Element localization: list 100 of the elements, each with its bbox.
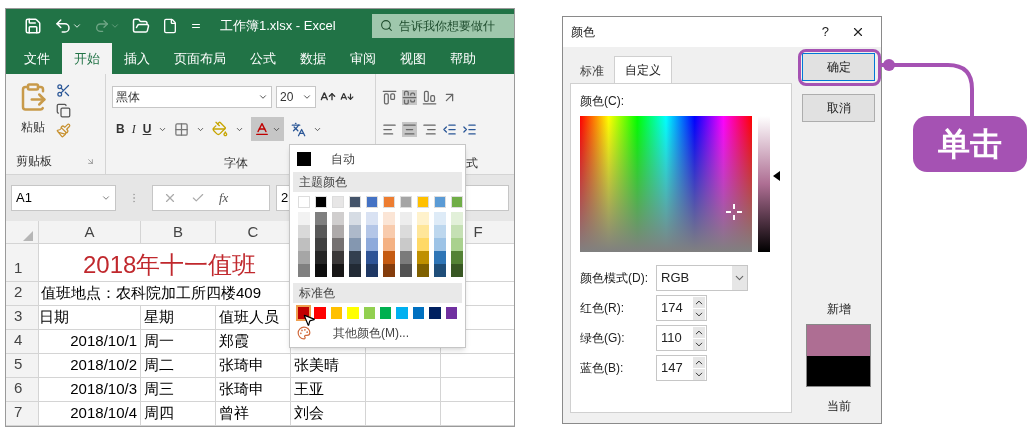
column-header[interactable]: C bbox=[247, 220, 259, 244]
color-swatch[interactable] bbox=[349, 225, 361, 238]
ribbon-tab[interactable]: 数据 bbox=[288, 43, 338, 75]
color-swatch[interactable] bbox=[434, 238, 446, 251]
color-swatch[interactable] bbox=[349, 196, 361, 208]
search-field[interactable]: 告诉我你想要做什 bbox=[372, 13, 514, 38]
color-swatch[interactable] bbox=[383, 264, 395, 277]
color-swatch[interactable] bbox=[332, 251, 344, 264]
color-swatch[interactable] bbox=[298, 225, 310, 238]
name-box[interactable]: A1 bbox=[11, 185, 116, 212]
color-swatch[interactable] bbox=[332, 212, 344, 225]
color-swatch[interactable] bbox=[396, 307, 408, 319]
menu-item[interactable]: 其他颜色(M)... bbox=[293, 322, 462, 344]
column-header[interactable]: A bbox=[84, 220, 95, 244]
select-all-icon[interactable] bbox=[23, 231, 33, 241]
color-swatch[interactable] bbox=[332, 225, 344, 238]
color-swatch[interactable] bbox=[434, 225, 446, 238]
ribbon-tab[interactable]: 开始 bbox=[62, 43, 112, 75]
ribbon-tab[interactable]: 审阅 bbox=[338, 43, 388, 75]
color-swatch[interactable] bbox=[434, 212, 446, 225]
italic-button[interactable]: I bbox=[131, 120, 136, 139]
color-swatch[interactable] bbox=[298, 238, 310, 251]
color-swatch[interactable] bbox=[412, 307, 425, 319]
paste-button[interactable]: 粘贴 bbox=[18, 82, 48, 151]
color-swatch[interactable] bbox=[332, 238, 344, 251]
color-swatch[interactable] bbox=[298, 212, 310, 225]
color-swatch[interactable] bbox=[366, 225, 378, 238]
color-swatch[interactable] bbox=[315, 225, 327, 238]
color-swatch[interactable] bbox=[332, 196, 344, 208]
color-swatch[interactable] bbox=[383, 225, 395, 238]
dialog-button[interactable]: 确定 bbox=[802, 53, 875, 81]
color-swatch[interactable] bbox=[400, 251, 412, 264]
color-swatch[interactable] bbox=[417, 264, 429, 277]
color-swatch[interactable] bbox=[315, 251, 327, 264]
color-swatch[interactable] bbox=[298, 196, 310, 208]
color-swatch[interactable] bbox=[400, 212, 412, 225]
color-swatch[interactable] bbox=[383, 238, 395, 251]
color-swatch[interactable] bbox=[417, 212, 429, 225]
color-swatch[interactable] bbox=[366, 251, 378, 264]
color-swatch[interactable] bbox=[366, 264, 378, 277]
color-swatch[interactable] bbox=[400, 264, 412, 277]
color-swatch[interactable] bbox=[434, 196, 446, 208]
color-swatch[interactable] bbox=[451, 212, 463, 225]
color-swatch[interactable] bbox=[400, 238, 412, 251]
help-button[interactable]: ? bbox=[821, 22, 829, 42]
number-field[interactable]: 147 bbox=[656, 355, 707, 381]
color-swatch[interactable] bbox=[383, 251, 395, 264]
column-header[interactable]: B bbox=[173, 220, 183, 244]
color-swatch[interactable] bbox=[451, 238, 463, 251]
color-swatch[interactable] bbox=[445, 307, 458, 319]
color-model-dropdown[interactable]: RGB bbox=[656, 265, 748, 291]
ribbon-tab[interactable]: 页面布局 bbox=[162, 43, 238, 75]
color-swatch[interactable] bbox=[451, 264, 463, 277]
color-swatch[interactable] bbox=[349, 212, 361, 225]
color-swatch[interactable] bbox=[330, 307, 343, 319]
color-swatch[interactable] bbox=[417, 196, 429, 208]
color-swatch[interactable] bbox=[349, 264, 361, 277]
dialog-button[interactable]: 取消 bbox=[802, 94, 875, 122]
bold-button[interactable]: B bbox=[116, 120, 125, 139]
font-size-field[interactable]: 20 bbox=[276, 86, 316, 109]
color-swatch[interactable] bbox=[314, 307, 326, 319]
color-swatch[interactable] bbox=[315, 212, 327, 225]
color-swatch[interactable] bbox=[315, 264, 327, 277]
color-swatch[interactable] bbox=[451, 196, 463, 208]
color-swatch[interactable] bbox=[366, 212, 378, 225]
color-swatch[interactable] bbox=[366, 238, 378, 251]
color-swatch[interactable] bbox=[347, 307, 359, 319]
color-swatch[interactable] bbox=[315, 238, 327, 251]
color-swatch[interactable] bbox=[451, 251, 463, 264]
color-swatch[interactable] bbox=[366, 196, 378, 208]
color-swatch[interactable] bbox=[363, 307, 376, 319]
color-swatch[interactable] bbox=[349, 251, 361, 264]
empty-cell[interactable] bbox=[366, 354, 441, 378]
ribbon-tab[interactable]: 帮助 bbox=[438, 43, 488, 75]
font-name-field[interactable]: 黑体 bbox=[112, 86, 272, 109]
number-field[interactable]: 174 bbox=[656, 295, 707, 321]
ribbon-tab[interactable]: 文件 bbox=[12, 43, 62, 75]
function-button[interactable]: fx bbox=[219, 188, 229, 208]
dialog-tab[interactable]: 自定义 bbox=[614, 56, 672, 83]
ribbon-tab[interactable]: 插入 bbox=[112, 43, 162, 75]
color-swatch[interactable] bbox=[383, 196, 395, 208]
font-color-button[interactable] bbox=[251, 117, 285, 142]
color-swatch[interactable] bbox=[417, 225, 429, 238]
color-swatch[interactable] bbox=[434, 264, 446, 277]
row-header[interactable]: 1 bbox=[14, 257, 23, 280]
luminance-slider[interactable] bbox=[758, 116, 780, 252]
color-swatch[interactable] bbox=[434, 251, 446, 264]
color-swatch[interactable] bbox=[380, 307, 392, 319]
underline-button[interactable]: U bbox=[142, 120, 152, 139]
color-swatch[interactable] bbox=[332, 264, 344, 277]
color-swatch[interactable] bbox=[383, 212, 395, 225]
column-header[interactable]: F bbox=[473, 220, 483, 244]
color-swatch[interactable] bbox=[315, 196, 327, 208]
empty-cell[interactable] bbox=[366, 402, 441, 426]
color-swatch[interactable] bbox=[451, 225, 463, 238]
color-swatch[interactable] bbox=[400, 225, 412, 238]
slider-arrow-icon[interactable] bbox=[773, 170, 780, 181]
color-swatch[interactable] bbox=[417, 251, 429, 264]
color-spectrum[interactable] bbox=[580, 116, 752, 252]
ribbon-tab[interactable]: 公式 bbox=[238, 43, 288, 75]
